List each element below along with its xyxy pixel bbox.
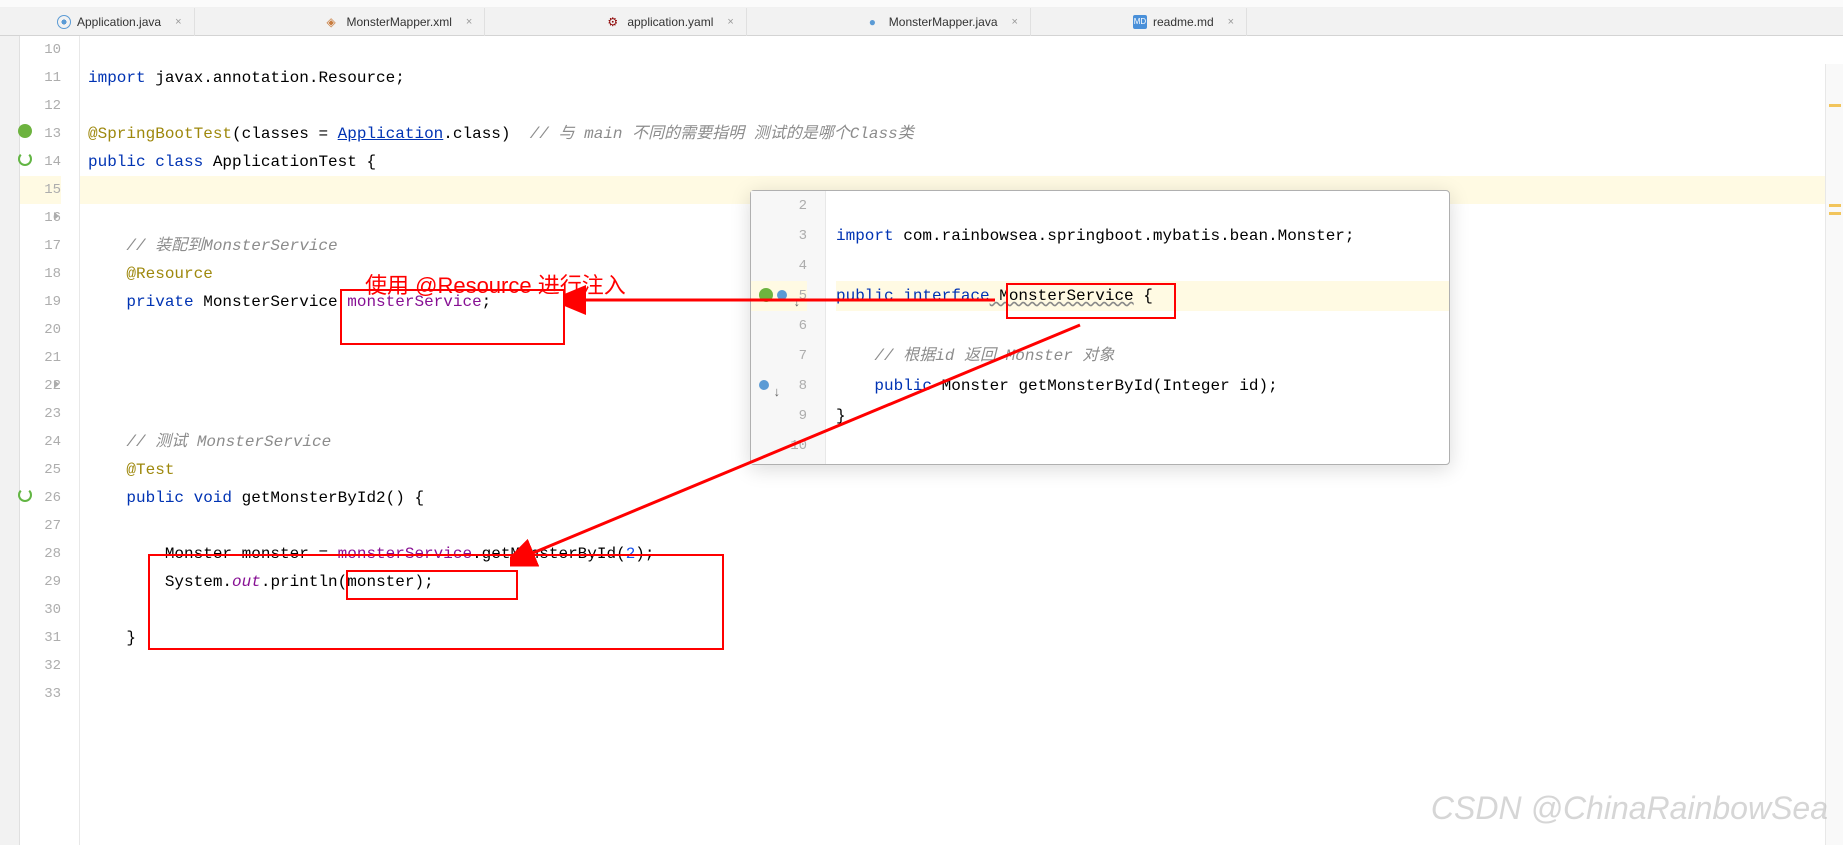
- popup-code-line[interactable]: // 根据id 返回 Monster 对象: [836, 341, 1449, 371]
- fold-icon[interactable]: [54, 212, 59, 220]
- popup-code[interactable]: import com.rainbowsea.springboot.mybatis…: [826, 191, 1449, 464]
- gutter-line[interactable]: 17: [20, 232, 61, 260]
- tab-label: Application.java: [77, 15, 161, 29]
- spring-bean-icon[interactable]: [759, 288, 773, 302]
- class-icon: [57, 15, 71, 29]
- close-icon[interactable]: ×: [727, 16, 733, 28]
- gutter-line[interactable]: 21: [20, 344, 61, 372]
- code-line[interactable]: Monster monster = monsterService.getMons…: [80, 540, 1843, 568]
- popup-gutter-line: 10: [751, 431, 807, 461]
- code-line[interactable]: }: [80, 624, 1843, 652]
- minimap-warning[interactable]: [1829, 212, 1841, 215]
- tab-label: application.yaml: [627, 15, 713, 29]
- tab-bar: Application.java × ◈ MonsterMapper.xml ×…: [0, 8, 1843, 36]
- gutter-line[interactable]: 30: [20, 596, 61, 624]
- gutter-line[interactable]: 29: [20, 568, 61, 596]
- code-line[interactable]: [80, 680, 1843, 708]
- tab-label: MonsterMapper.java: [889, 15, 998, 29]
- popup-code-line[interactable]: [836, 311, 1449, 341]
- spring-icon[interactable]: [18, 124, 32, 138]
- popup-gutter-line: 6: [751, 311, 807, 341]
- popup-code-line[interactable]: public interface MonsterService {: [836, 281, 1449, 311]
- code-line[interactable]: [80, 596, 1843, 624]
- line-gutter[interactable]: 1011121314151617181920212223242526272829…: [20, 36, 80, 845]
- quick-definition-popup[interactable]: 2345↓678↓910 import com.rainbowsea.sprin…: [750, 190, 1450, 465]
- tab-bar-overflow: [0, 0, 1843, 8]
- tab-label: readme.md: [1153, 15, 1214, 29]
- popup-code-line[interactable]: public Monster getMonsterById(Integer id…: [836, 371, 1449, 401]
- gutter-line[interactable]: 20: [20, 316, 61, 344]
- yaml-icon: ⚙: [607, 15, 621, 29]
- tab-monstermapper-xml[interactable]: ◈ MonsterMapper.xml ×: [315, 8, 486, 36]
- gutter-line[interactable]: 28: [20, 540, 61, 568]
- code-line[interactable]: public class ApplicationTest {: [80, 148, 1843, 176]
- popup-code-line[interactable]: import com.rainbowsea.springboot.mybatis…: [836, 221, 1449, 251]
- code-line[interactable]: [80, 512, 1843, 540]
- minimap[interactable]: [1825, 64, 1843, 845]
- code-line[interactable]: @SpringBootTest(classes = Application.cl…: [80, 120, 1843, 148]
- gutter-line[interactable]: 26: [20, 484, 61, 512]
- popup-gutter-line: 3: [751, 221, 807, 251]
- gutter-line[interactable]: 33: [20, 680, 61, 708]
- run-test-icon[interactable]: [18, 488, 32, 502]
- code-line[interactable]: public void getMonsterById2() {: [80, 484, 1843, 512]
- xml-icon: ◈: [327, 15, 341, 29]
- gutter-line[interactable]: 11: [20, 64, 61, 92]
- method-icon: [759, 380, 769, 390]
- tab-monstermapper-java[interactable]: ● MonsterMapper.java ×: [857, 8, 1031, 36]
- minimap-warning[interactable]: [1829, 104, 1841, 107]
- gutter-line[interactable]: 19: [20, 288, 61, 316]
- popup-gutter-line: 8↓: [751, 371, 807, 401]
- run-test-icon[interactable]: [18, 152, 32, 166]
- tab-application-yaml[interactable]: ⚙ application.yaml ×: [595, 8, 746, 36]
- gutter-line[interactable]: 13: [20, 120, 61, 148]
- popup-gutter-line: 4: [751, 251, 807, 281]
- popup-code-line[interactable]: [836, 191, 1449, 221]
- code-line[interactable]: [80, 36, 1843, 64]
- popup-gutter-line: 7: [751, 341, 807, 371]
- popup-code-line[interactable]: }: [836, 401, 1449, 431]
- tab-application-java[interactable]: Application.java ×: [45, 8, 195, 36]
- close-icon[interactable]: ×: [466, 16, 472, 28]
- interface-icon: ●: [869, 15, 883, 29]
- gutter-line[interactable]: 18: [20, 260, 61, 288]
- gutter-line[interactable]: 23: [20, 400, 61, 428]
- popup-code-line[interactable]: [836, 251, 1449, 281]
- gutter-line[interactable]: 15: [20, 176, 61, 204]
- gutter-line[interactable]: 31: [20, 624, 61, 652]
- code-line[interactable]: System.out.println(monster);: [80, 568, 1843, 596]
- gutter-line[interactable]: 16: [20, 204, 61, 232]
- minimap-warning[interactable]: [1829, 204, 1841, 207]
- gutter-line[interactable]: 24: [20, 428, 61, 456]
- code-line[interactable]: import javax.annotation.Resource;: [80, 64, 1843, 92]
- popup-gutter-line: 2: [751, 191, 807, 221]
- tab-label: MonsterMapper.xml: [347, 15, 452, 29]
- code-line[interactable]: [80, 92, 1843, 120]
- popup-code-line[interactable]: [836, 431, 1449, 461]
- markdown-icon: MD: [1133, 15, 1147, 29]
- gutter-line[interactable]: 12: [20, 92, 61, 120]
- gutter-line[interactable]: 14: [20, 148, 61, 176]
- tab-readme-md[interactable]: MD readme.md ×: [1121, 8, 1247, 36]
- gutter-line[interactable]: 22: [20, 372, 61, 400]
- gutter-line[interactable]: 25: [20, 456, 61, 484]
- interface-icon[interactable]: [777, 290, 787, 300]
- gutter-line[interactable]: 32: [20, 652, 61, 680]
- code-line[interactable]: [80, 652, 1843, 680]
- close-icon[interactable]: ×: [1228, 16, 1234, 28]
- fold-icon[interactable]: [54, 380, 59, 388]
- gutter-line[interactable]: 10: [20, 36, 61, 64]
- close-icon[interactable]: ×: [175, 16, 181, 28]
- popup-gutter-line: 5↓: [751, 281, 807, 311]
- popup-gutter: 2345↓678↓910: [751, 191, 826, 464]
- gutter-line[interactable]: 27: [20, 512, 61, 540]
- close-icon[interactable]: ×: [1012, 16, 1018, 28]
- tool-window-bar[interactable]: [0, 36, 20, 845]
- popup-gutter-line: 9: [751, 401, 807, 431]
